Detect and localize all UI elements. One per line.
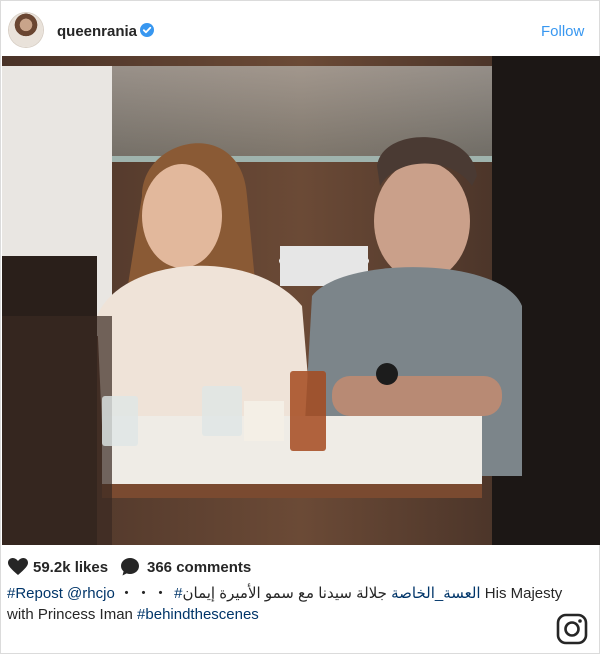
caption-repost-tag[interactable]: #Repost [7,585,63,602]
instagram-post-card: queenrania Follow 59.2k likes 366 commen… [0,0,600,654]
caption-dots: ・・・ [118,585,170,602]
caption-arabic-text: جلالة سيدنا مع سمو الأميرة إيمان [182,585,387,602]
likes-count[interactable]: 59.2k likes [33,559,108,576]
comments-count[interactable]: 366 comments [147,559,251,576]
post-caption: #Repost @rhcjo ・・・ #العسة_الخاصة جلالة س… [7,583,567,625]
instagram-logo-icon[interactable] [556,613,588,645]
comment-bubble-icon[interactable] [121,558,139,576]
username[interactable]: queenrania [57,23,137,40]
post-photo [2,56,600,545]
follow-button[interactable]: Follow [541,23,584,40]
heart-icon[interactable] [8,558,28,576]
caption-hashtag-english[interactable]: #behindthescenes [137,606,259,623]
caption-mention[interactable]: @rhcjo [67,585,115,602]
avatar[interactable] [9,13,43,47]
post-actions: 59.2k likes 366 comments [1,556,599,578]
verified-badge-icon [140,23,154,37]
post-header: queenrania Follow [1,1,599,56]
